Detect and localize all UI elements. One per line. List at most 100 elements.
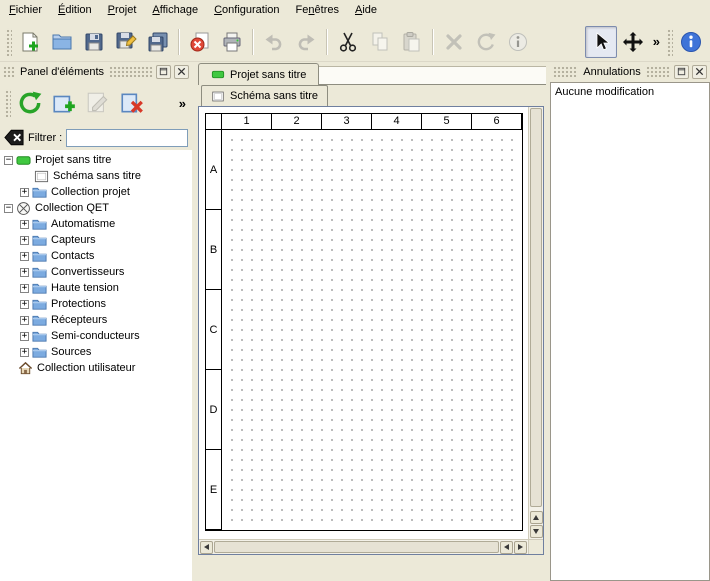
schema-tab-bar: Schéma sans titre [196,85,546,106]
menu-projet[interactable]: Projet [100,0,145,22]
tree-item[interactable]: +Collection projet [0,184,192,200]
tree-item[interactable]: +Semi-conducteurs [0,328,192,344]
cut-button[interactable] [332,26,364,58]
expand-icon[interactable]: + [20,188,29,197]
expand-icon[interactable]: + [20,268,29,277]
expand-icon[interactable]: + [20,220,29,229]
menu-edition[interactable]: Édition [50,0,100,22]
tree-item[interactable]: +Convertisseurs [0,264,192,280]
tree-item[interactable]: +Capteurs [0,232,192,248]
tree-item[interactable]: Schéma sans titre [0,168,192,184]
toolbar-drag-handle[interactable] [4,89,11,117]
tree-item[interactable]: +Automatisme [0,216,192,232]
menu-bar: FichierÉditionProjetAffichageConfigurati… [0,0,710,22]
dock-drag-handle[interactable] [3,66,15,77]
scroll-right-button[interactable] [514,541,527,554]
row-header: D [206,370,222,450]
collapse-icon[interactable]: − [4,156,13,165]
toolbar-separator [432,29,434,55]
undo-panel-titlebar[interactable]: Annulations [550,62,710,81]
close-panel-button[interactable] [174,65,189,79]
tree-item[interactable]: Collection utilisateur [0,360,192,376]
save-all-icon [147,31,169,53]
scroll-left-button[interactable] [500,541,513,554]
toolbar-drag-handle[interactable] [666,28,673,56]
undo-button[interactable] [258,26,290,58]
qet-icon [16,201,31,216]
expand-icon[interactable]: + [20,316,29,325]
expand-icon[interactable]: + [20,348,29,357]
clear-filter-icon[interactable] [4,129,24,146]
grid-dots[interactable] [223,131,521,529]
undo-panel: Annulations Aucune modification [550,62,710,581]
menu-affichage[interactable]: Affichage [144,0,206,22]
edit-element-button[interactable] [81,86,115,120]
float-panel-button[interactable] [674,65,689,79]
filter-row: Filtrer : [0,125,192,150]
tree-item[interactable]: +Haute tension [0,280,192,296]
menu-fenetres[interactable]: Fenêtres [288,0,347,22]
toolbar-overflow-chevron[interactable]: » [649,35,664,48]
dock-drag-handle[interactable] [646,66,671,77]
reload-collections-button[interactable] [13,86,47,120]
toolbar-drag-handle[interactable] [5,28,12,56]
diagram-sheet[interactable]: 123456 ABCDE [205,113,523,531]
scroll-down-button[interactable] [530,525,543,538]
close-file-button[interactable] [184,26,216,58]
save-button[interactable] [78,26,110,58]
tab-schema[interactable]: Schéma sans titre [201,85,328,106]
tree-item[interactable]: −Projet sans titre [0,152,192,168]
paste-button[interactable] [396,26,428,58]
collapse-icon[interactable]: − [4,204,13,213]
save-as-button[interactable] [110,26,142,58]
elements-panel-titlebar[interactable]: Panel d'éléments [0,62,192,81]
scroll-left-button[interactable] [200,541,213,554]
expand-icon[interactable]: + [20,284,29,293]
close-panel-button[interactable] [692,65,707,79]
menu-aide[interactable]: Aide [347,0,385,22]
redo-button[interactable] [290,26,322,58]
menu-fichier[interactable]: Fichier [1,0,50,22]
rotate-button[interactable] [470,26,502,58]
copy-button[interactable] [364,26,396,58]
elements-panel: Panel d'éléments » Filtrer : [0,62,192,581]
new-document-button[interactable] [14,26,46,58]
element-info-button[interactable] [502,26,534,58]
delete-button[interactable] [438,26,470,58]
about-button[interactable] [675,26,707,58]
tab-project[interactable]: Projet sans titre [198,63,319,85]
undo-history-list[interactable]: Aucune modification [550,82,710,581]
filter-input[interactable] [66,129,188,147]
expand-icon[interactable]: + [20,252,29,261]
tree-item[interactable]: + Sources [0,344,192,360]
save-all-button[interactable] [142,26,174,58]
open-button[interactable] [46,26,78,58]
expand-icon[interactable]: + [20,332,29,341]
expand-icon[interactable]: + [20,236,29,245]
delete-element-button[interactable] [115,86,149,120]
element-tree[interactable]: −Projet sans titreSchéma sans titre+Coll… [0,150,192,581]
diagram-view[interactable]: 123456 ABCDE [198,106,544,555]
tree-item[interactable]: +Récepteurs [0,312,192,328]
row-header: C [206,290,222,370]
float-panel-button[interactable] [156,65,171,79]
tree-item[interactable]: +Protections [0,296,192,312]
tree-item-label: Sources [51,346,95,358]
tree-item[interactable]: +Contacts [0,248,192,264]
toolbar-separator [178,29,180,55]
toolbar-overflow-chevron[interactable]: » [175,97,190,110]
dock-drag-handle[interactable] [109,66,153,77]
menu-configuration[interactable]: Configuration [206,0,287,22]
horizontal-scrollbar[interactable] [199,539,528,554]
selection-mode-button[interactable] [585,26,617,58]
visualisation-mode-button[interactable] [617,26,649,58]
tree-item[interactable]: −Collection QET [0,200,192,216]
new-element-button[interactable] [47,86,81,120]
expand-icon[interactable]: + [20,300,29,309]
dock-drag-handle[interactable] [553,66,578,77]
vertical-scrollbar[interactable] [528,107,543,539]
scroll-up-button[interactable] [530,511,543,524]
vertical-scrollbar-thumb[interactable] [530,108,542,507]
horizontal-scrollbar-thumb[interactable] [214,541,499,553]
print-button[interactable] [216,26,248,58]
